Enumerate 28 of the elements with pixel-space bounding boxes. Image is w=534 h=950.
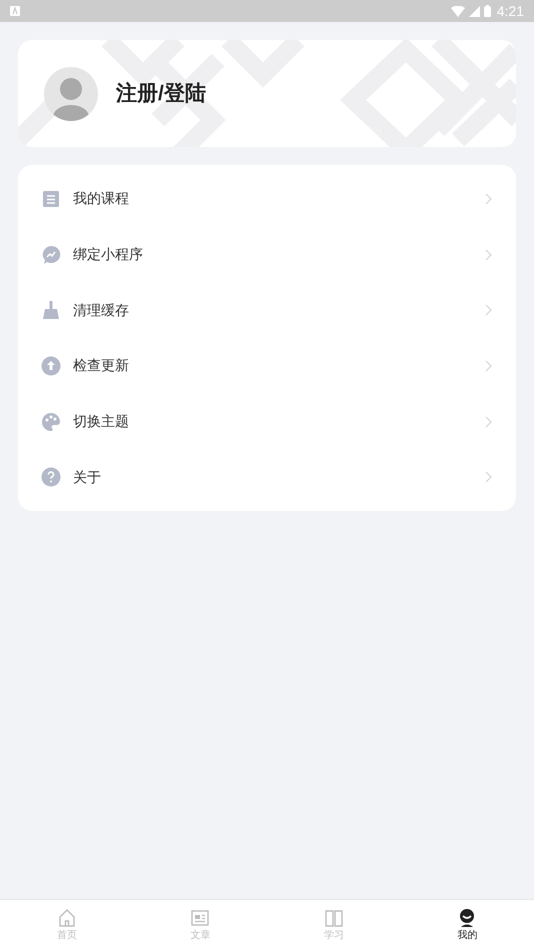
wifi-icon: [450, 6, 465, 16]
list-icon: [41, 188, 61, 209]
help-icon: [41, 467, 61, 488]
book-icon: [324, 908, 344, 928]
chevron-right-icon: [485, 248, 492, 261]
nav-tab[interactable]: 我的: [400, 900, 534, 950]
chevron-right-icon: [485, 192, 492, 205]
menu-item[interactable]: 检查更新: [18, 338, 516, 394]
battery-icon: [484, 5, 491, 17]
profile-card[interactable]: 注册/登陆: [18, 40, 516, 147]
chevron-right-icon: [485, 471, 492, 484]
home-icon: [56, 908, 77, 928]
menu-item[interactable]: 关于: [18, 449, 516, 506]
menu-item[interactable]: 我的课程: [18, 171, 516, 227]
chevron-right-icon: [485, 304, 492, 316]
broom-icon: [41, 300, 61, 320]
upload-icon: [41, 356, 61, 376]
notification-icon: [10, 6, 20, 16]
menu-item[interactable]: 清理缓存: [18, 282, 516, 338]
chevron-right-icon: [485, 416, 492, 428]
menu-item[interactable]: 切换主题: [18, 394, 516, 450]
signal-icon: [468, 6, 480, 16]
menu-item[interactable]: 绑定小程序: [18, 226, 516, 282]
login-link[interactable]: 注册/登陆: [116, 78, 206, 110]
chevron-right-icon: [485, 360, 492, 372]
newspaper-icon: [190, 908, 210, 928]
palette-icon: [41, 412, 61, 432]
chat-icon: [41, 244, 61, 265]
